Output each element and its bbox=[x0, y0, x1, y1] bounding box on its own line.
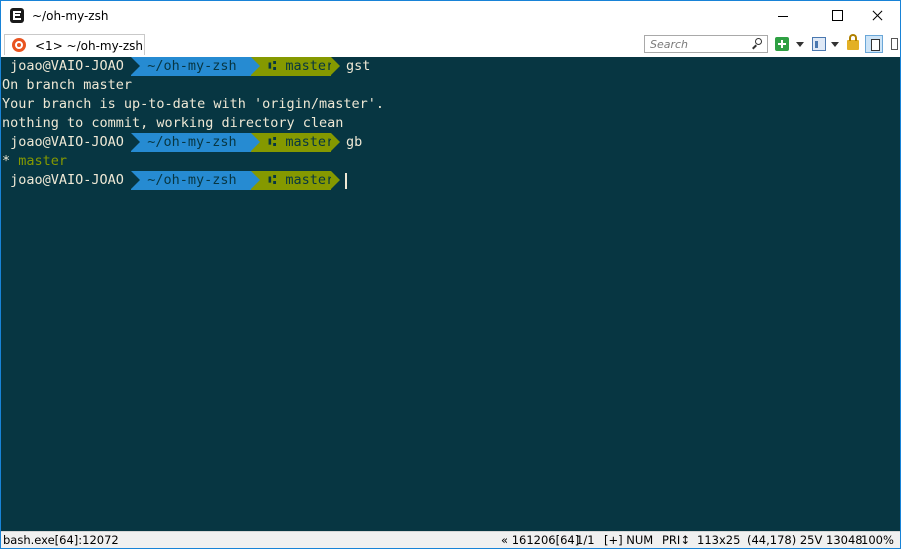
branch-list-item: * master bbox=[2, 152, 67, 171]
search-box[interactable] bbox=[644, 35, 768, 53]
prompt-line: joao@VAIO-JOAO ~/oh-my-zsh ⑆ master gst bbox=[2, 57, 422, 76]
prompt-branch: master bbox=[285, 172, 335, 188]
status-console-info[interactable]: « 161206[64] bbox=[501, 533, 579, 547]
status-priority[interactable]: PRI↕ bbox=[662, 533, 690, 547]
prompt-separator-icon bbox=[331, 171, 340, 189]
search-input[interactable] bbox=[645, 36, 754, 52]
split-view-icon[interactable] bbox=[865, 35, 883, 53]
title-bar[interactable]: ~/oh-my-zsh bbox=[1, 1, 900, 31]
prompt-directory: ~/oh-my-zsh bbox=[147, 58, 237, 74]
git-branch-icon: ⑆ bbox=[268, 134, 277, 150]
ubuntu-icon bbox=[12, 38, 26, 52]
prompt-directory: ~/oh-my-zsh bbox=[147, 134, 237, 150]
status-mode[interactable]: [+] NUM bbox=[604, 533, 653, 547]
status-position[interactable]: 1/1 bbox=[576, 533, 595, 547]
prompt-separator-icon bbox=[131, 171, 140, 189]
prompt-separator-icon bbox=[251, 133, 260, 151]
prompt-user-host: joao@VAIO-JOAO bbox=[10, 58, 124, 74]
prompt-directory: ~/oh-my-zsh bbox=[147, 172, 237, 188]
prompt-user-host: joao@VAIO-JOAO bbox=[10, 172, 124, 188]
prompt-branch: master bbox=[285, 134, 335, 150]
status-bar: bash.exe[64]:12072 « 161206[64] 1/1 [+] … bbox=[1, 531, 900, 548]
close-button[interactable] bbox=[854, 1, 900, 31]
prompt-separator-icon bbox=[331, 57, 340, 75]
console-window: ~/oh-my-zsh <1> ~/oh-my-zsh joao@VAIO-JO… bbox=[0, 0, 901, 549]
prompt-separator-icon bbox=[131, 57, 140, 75]
minimize-button[interactable] bbox=[760, 1, 806, 31]
prompt-separator-icon bbox=[331, 133, 340, 151]
branch-name: master bbox=[18, 153, 68, 169]
panel-icon[interactable] bbox=[812, 37, 826, 51]
status-cursor[interactable]: (44,178) 25V bbox=[747, 533, 822, 547]
chevron-down-icon[interactable] bbox=[831, 42, 839, 47]
tab-bar: <1> ~/oh-my-zsh bbox=[1, 31, 900, 57]
current-branch-marker: * bbox=[2, 153, 11, 169]
menu-icon[interactable] bbox=[888, 36, 900, 52]
git-branch-icon: ⑆ bbox=[268, 58, 277, 74]
prompt-line: joao@VAIO-JOAO ~/oh-my-zsh ⑆ master gb bbox=[2, 133, 422, 152]
text-cursor bbox=[345, 173, 347, 189]
tab-label: <1> ~/oh-my-zsh bbox=[35, 39, 143, 53]
window-title: ~/oh-my-zsh bbox=[32, 9, 109, 23]
lock-icon[interactable] bbox=[847, 34, 859, 50]
search-icon[interactable] bbox=[753, 38, 762, 47]
new-console-icon[interactable] bbox=[775, 37, 789, 51]
command-text: gb bbox=[346, 134, 363, 150]
prompt-line: joao@VAIO-JOAO ~/oh-my-zsh ⑆ master bbox=[2, 171, 422, 190]
prompt-branch: master bbox=[285, 58, 335, 74]
prompt-user-host: joao@VAIO-JOAO bbox=[10, 134, 124, 150]
output-line: Your branch is up-to-date with 'origin/m… bbox=[2, 96, 385, 112]
console-app-icon[interactable] bbox=[10, 8, 24, 23]
prompt-separator-icon bbox=[251, 57, 260, 75]
chevron-down-icon[interactable] bbox=[796, 42, 804, 47]
git-branch-icon: ⑆ bbox=[268, 172, 277, 188]
status-process[interactable]: bash.exe[64]:12072 bbox=[3, 533, 119, 547]
status-pid[interactable]: 13048 bbox=[826, 533, 863, 547]
status-size[interactable]: 113x25 bbox=[697, 533, 740, 547]
command-text: gst bbox=[346, 58, 371, 74]
prompt-separator-icon bbox=[251, 171, 260, 189]
status-zoom[interactable]: 100% bbox=[861, 533, 894, 547]
prompt-separator-icon bbox=[131, 133, 140, 151]
output-line: nothing to commit, working directory cle… bbox=[2, 115, 344, 131]
output-line: On branch master bbox=[2, 77, 133, 93]
terminal-area[interactable]: joao@VAIO-JOAO ~/oh-my-zsh ⑆ master gst … bbox=[1, 57, 900, 531]
tab-oh-my-zsh[interactable]: <1> ~/oh-my-zsh bbox=[4, 34, 145, 55]
